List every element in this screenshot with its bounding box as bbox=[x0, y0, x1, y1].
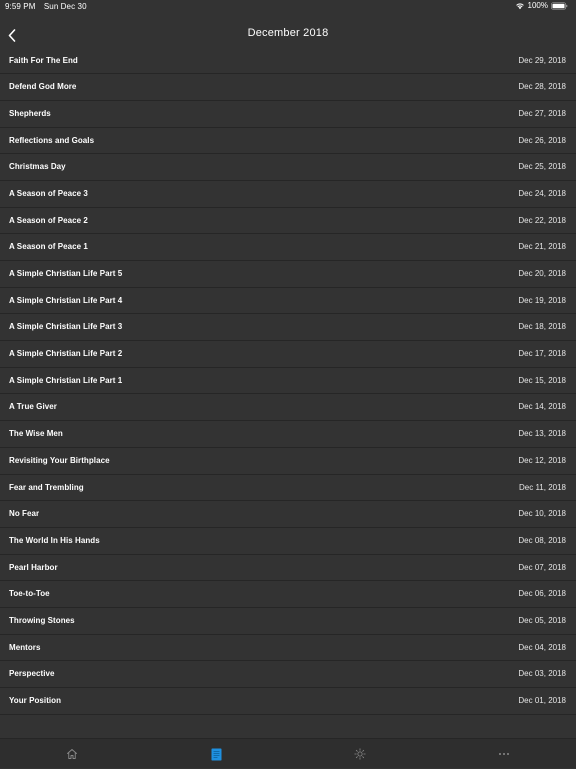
entry-title: Perspective bbox=[9, 669, 55, 679]
entry-title: Throwing Stones bbox=[9, 615, 75, 625]
entry-title: A Simple Christian Life Part 1 bbox=[9, 375, 123, 385]
entry-title: The World In His Hands bbox=[9, 535, 100, 545]
list-item[interactable]: A Simple Christian Life Part 4 Dec 19, 20… bbox=[0, 288, 576, 315]
entry-date: Dec 08, 2018 bbox=[518, 535, 566, 545]
status-bar: 9:59 PM Sun Dec 30 100% bbox=[0, 0, 576, 14]
list-item[interactable]: Fear and Trembling Dec 11, 2018 bbox=[0, 475, 576, 502]
entry-title: A Season of Peace 2 bbox=[9, 215, 88, 225]
tab-more[interactable] bbox=[432, 739, 576, 769]
tab-home[interactable] bbox=[0, 739, 144, 769]
entry-date: Dec 24, 2018 bbox=[518, 188, 566, 198]
list-item[interactable]: Pearl Harbor Dec 07, 2018 bbox=[0, 555, 576, 582]
list-item[interactable]: A Simple Christian Life Part 3 Dec 18, 20… bbox=[0, 314, 576, 342]
list-item[interactable]: A Season of Peace 3 Dec 24, 2018 bbox=[0, 181, 576, 208]
list-item[interactable]: Shepherds Dec 27, 2018 bbox=[0, 101, 576, 128]
list-item[interactable]: A Simple Christian Life Part 2 Dec 17, 20… bbox=[0, 341, 576, 368]
list-item[interactable]: No Fear Dec 10, 2018 bbox=[0, 501, 576, 528]
entry-date: Dec 05, 2018 bbox=[518, 615, 566, 625]
entry-title: Fear and Trembling bbox=[9, 482, 84, 492]
entry-title: A Season of Peace 3 bbox=[9, 188, 88, 198]
tab-devotionals[interactable] bbox=[144, 739, 288, 769]
list-item[interactable]: Perspective Dec 03, 2018 bbox=[0, 661, 576, 688]
wifi-icon bbox=[515, 2, 524, 9]
brightness-icon bbox=[354, 748, 366, 760]
battery-icon bbox=[551, 1, 568, 10]
more-icon bbox=[499, 753, 509, 755]
entry-date: Dec 01, 2018 bbox=[518, 696, 566, 705]
list-item[interactable]: A Simple Christian Life Part 1 Dec 15, 20… bbox=[0, 368, 576, 395]
entry-date: Dec 17, 2018 bbox=[518, 349, 566, 359]
list-item[interactable]: Toe-to-Toe Dec 06, 2018 bbox=[0, 581, 576, 608]
entry-title: Christmas Day bbox=[9, 162, 66, 172]
list-item[interactable]: The Wise Men Dec 13, 2018 bbox=[0, 421, 576, 448]
entry-date: Dec 03, 2018 bbox=[518, 669, 566, 679]
book-icon bbox=[211, 748, 221, 760]
list-item[interactable]: Your Position Dec 01, 2018 bbox=[0, 688, 576, 715]
entry-date: Dec 13, 2018 bbox=[518, 429, 566, 439]
entry-date: Dec 15, 2018 bbox=[518, 375, 566, 385]
entry-date: Dec 28, 2018 bbox=[518, 82, 566, 92]
status-time: 9:59 PM bbox=[5, 2, 36, 11]
list-item[interactable]: Revisiting Your Birthplace Dec 12, 2018 bbox=[0, 448, 576, 475]
entry-date: Dec 11, 2018 bbox=[519, 482, 566, 492]
entry-title: Revisiting Your Birthplace bbox=[9, 455, 110, 465]
list-item[interactable]: Mentors Dec 04, 2018 bbox=[0, 635, 576, 662]
list-item[interactable]: Christmas Day Dec 25, 2018 bbox=[0, 154, 576, 181]
entry-title: A Simple Christian Life Part 4 bbox=[9, 295, 123, 305]
entry-title: The Wise Men bbox=[9, 429, 63, 439]
home-icon bbox=[67, 749, 77, 759]
entry-date: Dec 18, 2018 bbox=[518, 322, 566, 332]
list-item[interactable]: A True Giver Dec 14, 2018 bbox=[0, 394, 576, 422]
status-right: 100% bbox=[515, 1, 568, 10]
list-item[interactable]: A Simple Christian Life Part 5 Dec 20, 20… bbox=[0, 261, 576, 288]
entry-date: Dec 22, 2018 bbox=[518, 215, 566, 225]
status-date: Sun Dec 30 bbox=[43, 2, 87, 11]
entry-title: A True Giver bbox=[9, 402, 57, 412]
entry-title: Faith For The End bbox=[9, 55, 78, 65]
entry-date: Dec 10, 2018 bbox=[518, 509, 566, 519]
entry-title: Mentors bbox=[9, 642, 41, 652]
entry-date: Dec 07, 2018 bbox=[518, 562, 566, 572]
list-item[interactable]: A Season of Peace 1 Dec 21, 2018 bbox=[0, 234, 576, 261]
entry-title: Your Position bbox=[9, 696, 62, 705]
list-item[interactable]: Faith For The End Dec 29, 2018 bbox=[0, 48, 576, 75]
entry-title: A Simple Christian Life Part 3 bbox=[9, 322, 123, 332]
list-item[interactable]: Throwing Stones Dec 05, 2018 bbox=[0, 608, 576, 635]
list-item[interactable]: Reflections and Goals Dec 26, 2018 bbox=[0, 128, 576, 155]
battery-percentage: 100% bbox=[527, 1, 548, 10]
entry-date: Dec 25, 2018 bbox=[518, 162, 566, 172]
entry-title: No Fear bbox=[9, 509, 40, 519]
entry-date: Dec 20, 2018 bbox=[518, 269, 566, 278]
entry-date: Dec 14, 2018 bbox=[518, 402, 566, 412]
entry-title: A Simple Christian Life Part 2 bbox=[9, 349, 123, 359]
entry-title: Pearl Harbor bbox=[9, 562, 58, 572]
entry-date: Dec 29, 2018 bbox=[518, 55, 566, 65]
tab-brightness[interactable] bbox=[288, 739, 432, 769]
entry-date: Dec 04, 2018 bbox=[518, 642, 566, 652]
entry-date: Dec 06, 2018 bbox=[518, 589, 566, 599]
entry-title: A Season of Peace 1 bbox=[9, 242, 88, 252]
entry-title: Toe-to-Toe bbox=[9, 589, 50, 599]
entry-date: Dec 21, 2018 bbox=[518, 242, 566, 252]
list-item[interactable]: Defend God More Dec 28, 2018 bbox=[0, 74, 576, 101]
page-title: December 2018 bbox=[247, 27, 329, 39]
entry-date: Dec 26, 2018 bbox=[518, 135, 566, 145]
status-left: 9:59 PM Sun Dec 30 bbox=[5, 2, 87, 11]
entry-title: Defend God More bbox=[9, 82, 77, 92]
entry-date: Dec 27, 2018 bbox=[518, 108, 566, 118]
tab-bar bbox=[0, 738, 576, 768]
entry-title: Reflections and Goals bbox=[9, 135, 95, 145]
devotional-list: Faith For The End Dec 29, 2018 Defend God … bbox=[0, 48, 576, 715]
entry-title: A Simple Christian Life Part 5 bbox=[9, 269, 123, 278]
list-item[interactable]: A Season of Peace 2 Dec 22, 2018 bbox=[0, 208, 576, 235]
entry-date: Dec 12, 2018 bbox=[518, 455, 566, 465]
navigation-bar: December 2018 bbox=[0, 20, 576, 48]
entry-date: Dec 19, 2018 bbox=[518, 295, 566, 305]
entry-title: Shepherds bbox=[9, 108, 51, 118]
list-item[interactable]: The World In His Hands Dec 08, 2018 bbox=[0, 528, 576, 555]
